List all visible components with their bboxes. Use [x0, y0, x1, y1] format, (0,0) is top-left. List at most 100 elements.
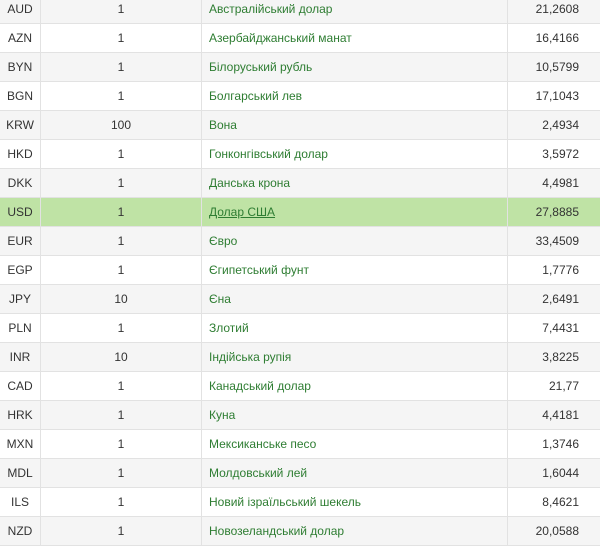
currency-name-link[interactable]: Білоруський рубль — [209, 60, 312, 74]
currency-code: HRK — [0, 400, 41, 430]
currency-name-link[interactable]: Єгипетський фунт — [209, 263, 309, 277]
exchange-rate: 1,6044 — [507, 458, 600, 488]
currency-name-link[interactable]: Гонконгівський долар — [209, 147, 328, 161]
exchange-rate: 3,8225 — [507, 342, 600, 372]
table-row: HRK 1 Куна 4,4181 — [0, 400, 600, 430]
exchange-rate: 2,4934 — [507, 110, 600, 140]
currency-code: MXN — [0, 429, 41, 459]
currency-name-link[interactable]: Азербайджанський манат — [209, 31, 352, 45]
table-row: ILS 1 Новий ізраїльський шекель 8,4621 — [0, 487, 600, 517]
currency-code: NZD — [0, 516, 41, 546]
currency-name-cell: Вона — [201, 110, 508, 140]
currency-code: BGN — [0, 81, 41, 111]
table-row: EUR 1 Євро 33,4509 — [0, 226, 600, 256]
currency-code: INR — [0, 342, 41, 372]
currency-name-link[interactable]: Долар США — [209, 205, 275, 219]
currency-name-cell: Молдовський лей — [201, 458, 508, 488]
currency-name-cell: Куна — [201, 400, 508, 430]
exchange-rate: 8,4621 — [507, 487, 600, 517]
exchange-rate: 4,4181 — [507, 400, 600, 430]
exchange-rates-table: AUD 1 Австралійський долар 21,2608 AZN 1 Азер… — [0, 0, 600, 546]
currency-code: HKD — [0, 139, 41, 169]
currency-name-cell: Австралійський долар — [201, 0, 508, 24]
currency-name-link[interactable]: Новий ізраїльський шекель — [209, 495, 361, 509]
exchange-rate: 16,4166 — [507, 23, 600, 53]
currency-name-cell: Новий ізраїльський шекель — [201, 487, 508, 517]
table-row: AZN 1 Азербайджанський манат 16,4166 — [0, 23, 600, 53]
table-row: MDL 1 Молдовський лей 1,6044 — [0, 458, 600, 488]
currency-code: PLN — [0, 313, 41, 343]
currency-units: 1 — [40, 371, 202, 401]
currency-code: AUD — [0, 0, 41, 24]
currency-name-link[interactable]: Єна — [209, 292, 231, 306]
currency-name-cell: Азербайджанський манат — [201, 23, 508, 53]
currency-name-cell: Мексиканське песо — [201, 429, 508, 459]
table-row: DKK 1 Данська крона 4,4981 — [0, 168, 600, 198]
currency-code: ILS — [0, 487, 41, 517]
exchange-rate: 21,2608 — [507, 0, 600, 24]
currency-units: 1 — [40, 197, 202, 227]
currency-name-cell: Новозеландський долар — [201, 516, 508, 546]
currency-units: 1 — [40, 487, 202, 517]
currency-units: 1 — [40, 458, 202, 488]
currency-name-cell: Данська крона — [201, 168, 508, 198]
table-row: CAD 1 Канадський долар 21,77 — [0, 371, 600, 401]
table-row: AUD 1 Австралійський долар 21,2608 — [0, 0, 600, 24]
table-row-highlighted: USD 1 Долар США 27,8885 — [0, 197, 600, 227]
currency-name-link[interactable]: Вона — [209, 118, 237, 132]
currency-name-cell: Білоруський рубль — [201, 52, 508, 82]
currency-units: 1 — [40, 139, 202, 169]
currency-name-cell: Гонконгівський долар — [201, 139, 508, 169]
exchange-rate: 1,3746 — [507, 429, 600, 459]
currency-name-link[interactable]: Євро — [209, 234, 237, 248]
currency-units: 1 — [40, 23, 202, 53]
currency-name-link[interactable]: Австралійський долар — [209, 2, 332, 16]
currency-units: 1 — [40, 516, 202, 546]
currency-units: 1 — [40, 81, 202, 111]
currency-code: BYN — [0, 52, 41, 82]
currency-units: 100 — [40, 110, 202, 140]
currency-units: 1 — [40, 226, 202, 256]
currency-name-cell: Євро — [201, 226, 508, 256]
currency-name-link[interactable]: Куна — [209, 408, 235, 422]
currency-code: CAD — [0, 371, 41, 401]
currency-name-link[interactable]: Болгарський лев — [209, 89, 302, 103]
currency-code: DKK — [0, 168, 41, 198]
table-row: BYN 1 Білоруський рубль 10,5799 — [0, 52, 600, 82]
exchange-rate: 27,8885 — [507, 197, 600, 227]
table-row: MXN 1 Мексиканське песо 1,3746 — [0, 429, 600, 459]
exchange-rate: 10,5799 — [507, 52, 600, 82]
currency-name-link[interactable]: Данська крона — [209, 176, 290, 190]
currency-name-cell: Єна — [201, 284, 508, 314]
exchange-rate: 17,1043 — [507, 81, 600, 111]
exchange-rate: 1,7776 — [507, 255, 600, 285]
currency-units: 10 — [40, 342, 202, 372]
currency-code: KRW — [0, 110, 41, 140]
exchange-rate: 2,6491 — [507, 284, 600, 314]
table-row: KRW 100 Вона 2,4934 — [0, 110, 600, 140]
currency-units: 1 — [40, 52, 202, 82]
currency-name-cell: Болгарський лев — [201, 81, 508, 111]
currency-name-link[interactable]: Індійська рупія — [209, 350, 291, 364]
currency-name-link[interactable]: Злотий — [209, 321, 249, 335]
currency-name-cell: Канадський долар — [201, 371, 508, 401]
exchange-rate: 21,77 — [507, 371, 600, 401]
currency-code: AZN — [0, 23, 41, 53]
currency-name-link[interactable]: Новозеландський долар — [209, 524, 344, 538]
currency-name-link[interactable]: Молдовський лей — [209, 466, 307, 480]
currency-units: 1 — [40, 0, 202, 24]
currency-name-cell: Долар США — [201, 197, 508, 227]
table-row: EGP 1 Єгипетський фунт 1,7776 — [0, 255, 600, 285]
currency-name-cell: Єгипетський фунт — [201, 255, 508, 285]
currency-units: 1 — [40, 400, 202, 430]
currency-name-link[interactable]: Мексиканське песо — [209, 437, 316, 451]
currency-units: 1 — [40, 255, 202, 285]
currency-units: 1 — [40, 168, 202, 198]
currency-code: MDL — [0, 458, 41, 488]
currency-code: EGP — [0, 255, 41, 285]
table-row: PLN 1 Злотий 7,4431 — [0, 313, 600, 343]
currency-code: JPY — [0, 284, 41, 314]
table-row: NZD 1 Новозеландський долар 20,0588 — [0, 516, 600, 546]
currency-name-link[interactable]: Канадський долар — [209, 379, 311, 393]
exchange-rate: 20,0588 — [507, 516, 600, 546]
